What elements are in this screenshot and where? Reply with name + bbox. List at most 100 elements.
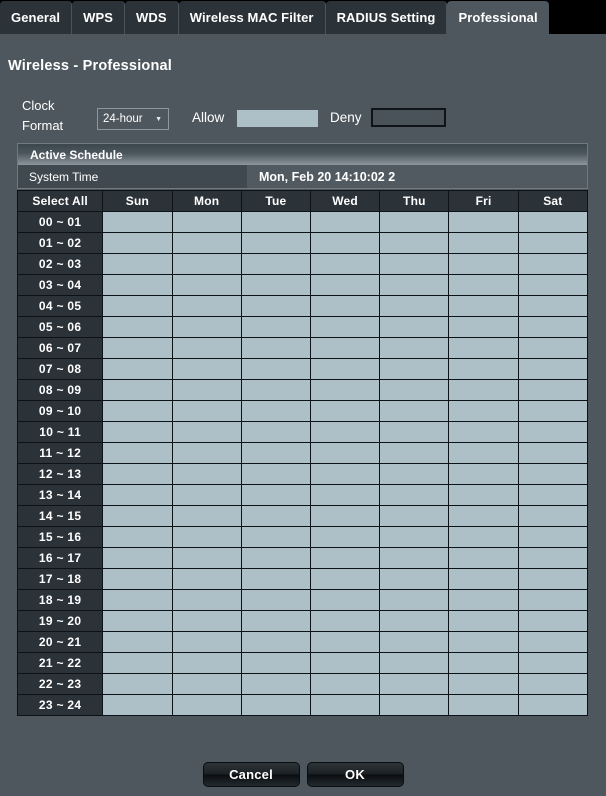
row-time-label[interactable]: 05 ~ 06 [16, 316, 104, 338]
row-time-label[interactable]: 03 ~ 04 [16, 274, 104, 296]
schedule-cell[interactable] [102, 232, 173, 254]
schedule-cell[interactable] [448, 232, 519, 254]
schedule-cell[interactable] [517, 526, 589, 548]
schedule-cell[interactable] [102, 568, 173, 590]
schedule-cell[interactable] [448, 463, 519, 485]
schedule-cell[interactable] [102, 358, 173, 380]
schedule-cell[interactable] [517, 400, 589, 422]
schedule-cell[interactable] [379, 295, 450, 317]
schedule-cell[interactable] [517, 211, 589, 233]
row-time-label[interactable]: 21 ~ 22 [16, 652, 104, 674]
ok-button[interactable]: OK [306, 762, 404, 787]
schedule-cell[interactable] [517, 484, 589, 506]
column-header-thu[interactable]: Thu [379, 190, 450, 212]
schedule-cell[interactable] [309, 337, 381, 359]
row-time-label[interactable]: 22 ~ 23 [16, 673, 104, 695]
schedule-cell[interactable] [379, 337, 450, 359]
schedule-cell[interactable] [102, 421, 173, 443]
schedule-cell[interactable] [240, 337, 312, 359]
schedule-cell[interactable] [240, 547, 312, 569]
schedule-cell[interactable] [171, 547, 242, 569]
schedule-cell[interactable] [240, 232, 312, 254]
schedule-cell[interactable] [102, 652, 173, 674]
schedule-cell[interactable] [379, 442, 450, 464]
schedule-cell[interactable] [171, 652, 242, 674]
schedule-cell[interactable] [517, 253, 589, 275]
column-header-tue[interactable]: Tue [240, 190, 312, 212]
schedule-cell[interactable] [517, 316, 589, 338]
column-header-fri[interactable]: Fri [448, 190, 519, 212]
schedule-cell[interactable] [379, 421, 450, 443]
schedule-cell[interactable] [448, 673, 519, 695]
schedule-cell[interactable] [171, 358, 242, 380]
schedule-cell[interactable] [517, 631, 589, 653]
schedule-cell[interactable] [102, 547, 173, 569]
schedule-cell[interactable] [517, 442, 589, 464]
schedule-cell[interactable] [379, 379, 450, 401]
schedule-cell[interactable] [240, 274, 312, 296]
schedule-cell[interactable] [379, 232, 450, 254]
schedule-cell[interactable] [309, 589, 381, 611]
schedule-cell[interactable] [309, 547, 381, 569]
schedule-cell[interactable] [240, 442, 312, 464]
schedule-cell[interactable] [309, 358, 381, 380]
schedule-cell[interactable] [448, 631, 519, 653]
schedule-cell[interactable] [517, 274, 589, 296]
clock-format-select[interactable]: 24-hour ▼ [97, 108, 169, 130]
schedule-cell[interactable] [448, 316, 519, 338]
schedule-cell[interactable] [379, 505, 450, 527]
schedule-cell[interactable] [448, 211, 519, 233]
row-time-label[interactable]: 18 ~ 19 [16, 589, 104, 611]
schedule-cell[interactable] [171, 253, 242, 275]
row-time-label[interactable]: 14 ~ 15 [16, 505, 104, 527]
schedule-cell[interactable] [240, 253, 312, 275]
schedule-cell[interactable] [171, 505, 242, 527]
schedule-cell[interactable] [240, 673, 312, 695]
schedule-cell[interactable] [240, 652, 312, 674]
schedule-cell[interactable] [309, 421, 381, 443]
row-time-label[interactable]: 08 ~ 09 [16, 379, 104, 401]
schedule-cell[interactable] [309, 610, 381, 632]
schedule-cell[interactable] [171, 673, 242, 695]
schedule-cell[interactable] [309, 673, 381, 695]
schedule-cell[interactable] [240, 379, 312, 401]
schedule-cell[interactable] [379, 631, 450, 653]
schedule-cell[interactable] [171, 211, 242, 233]
column-header-mon[interactable]: Mon [171, 190, 242, 212]
schedule-cell[interactable] [379, 652, 450, 674]
column-header-wed[interactable]: Wed [309, 190, 381, 212]
schedule-cell[interactable] [309, 295, 381, 317]
schedule-cell[interactable] [448, 295, 519, 317]
schedule-cell[interactable] [448, 505, 519, 527]
schedule-cell[interactable] [309, 274, 381, 296]
schedule-cell[interactable] [379, 253, 450, 275]
schedule-cell[interactable] [171, 379, 242, 401]
schedule-cell[interactable] [240, 295, 312, 317]
tab-wireless-mac-filter[interactable]: Wireless MAC Filter [178, 1, 326, 34]
schedule-cell[interactable] [448, 253, 519, 275]
schedule-cell[interactable] [517, 589, 589, 611]
row-time-label[interactable]: 19 ~ 20 [16, 610, 104, 632]
schedule-cell[interactable] [517, 295, 589, 317]
tab-wds[interactable]: WDS [125, 1, 179, 34]
schedule-cell[interactable] [309, 568, 381, 590]
schedule-cell[interactable] [448, 568, 519, 590]
schedule-cell[interactable] [240, 463, 312, 485]
schedule-cell[interactable] [379, 316, 450, 338]
schedule-cell[interactable] [102, 673, 173, 695]
schedule-cell[interactable] [379, 694, 450, 716]
schedule-cell[interactable] [379, 589, 450, 611]
schedule-cell[interactable] [171, 589, 242, 611]
schedule-cell[interactable] [240, 358, 312, 380]
row-time-label[interactable]: 23 ~ 24 [16, 694, 104, 716]
schedule-cell[interactable] [379, 568, 450, 590]
schedule-cell[interactable] [448, 694, 519, 716]
schedule-cell[interactable] [240, 694, 312, 716]
schedule-cell[interactable] [379, 526, 450, 548]
schedule-cell[interactable] [448, 400, 519, 422]
schedule-cell[interactable] [517, 358, 589, 380]
schedule-cell[interactable] [102, 631, 173, 653]
schedule-cell[interactable] [171, 484, 242, 506]
schedule-cell[interactable] [517, 652, 589, 674]
schedule-cell[interactable] [379, 400, 450, 422]
